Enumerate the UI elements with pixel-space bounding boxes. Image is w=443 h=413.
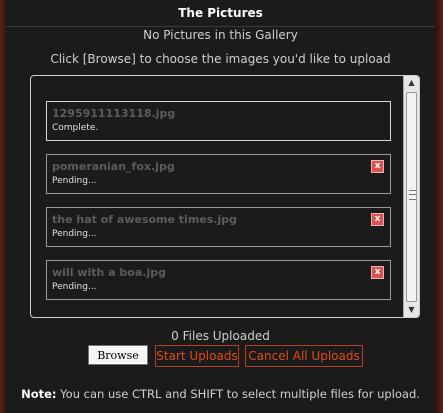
upload-queue: 1295911113118.jpg Complete. pomeranian_f… <box>30 75 420 318</box>
file-name: the hat of awesome times.jpg <box>52 213 237 226</box>
scrollbar-thumb[interactable] <box>406 92 417 302</box>
grip-icon <box>409 190 416 200</box>
files-uploaded-count: 0 Files Uploaded <box>171 329 270 343</box>
upload-panel: The Pictures No Pictures in this Gallery… <box>6 0 435 413</box>
scroll-up-icon[interactable]: ▲ <box>404 76 419 90</box>
panel-title: The Pictures <box>6 0 435 27</box>
note-label: Note: <box>21 387 57 401</box>
file-status: Pending... <box>52 229 97 239</box>
cancel-all-uploads-button[interactable]: Cancel All Uploads <box>245 345 363 367</box>
cancel-file-icon[interactable]: x <box>371 266 384 279</box>
file-status: Complete. <box>52 123 99 133</box>
file-status: Pending... <box>52 176 97 186</box>
browse-button[interactable]: Browse <box>88 345 148 365</box>
queue-item: pomeranian_fox.jpg Pending... x <box>46 154 391 194</box>
queue-scrollbar[interactable]: ▲ ▼ <box>403 76 419 317</box>
instructions-text: Click [Browse] to choose the images you'… <box>50 52 391 66</box>
queue-item: 1295911113118.jpg Complete. <box>46 101 391 141</box>
file-status: Pending... <box>52 282 97 292</box>
queue-item: the hat of awesome times.jpg Pending... … <box>46 207 391 247</box>
cancel-file-icon[interactable]: x <box>371 213 384 226</box>
scroll-down-icon[interactable]: ▼ <box>404 303 419 317</box>
gallery-empty-text: No Pictures in this Gallery <box>143 28 298 42</box>
cancel-file-icon[interactable]: x <box>371 160 384 173</box>
upload-note: Note: You can use CTRL and SHIFT to sele… <box>6 387 435 401</box>
start-uploads-button[interactable]: Start Uploads <box>155 345 239 367</box>
queue-item: will with a boa.jpg Pending... x <box>46 260 391 300</box>
note-text: You can use CTRL and SHIFT to select mul… <box>56 387 420 401</box>
file-name: pomeranian_fox.jpg <box>52 160 175 173</box>
file-name: 1295911113118.jpg <box>52 107 176 120</box>
file-name: will with a boa.jpg <box>52 266 166 279</box>
